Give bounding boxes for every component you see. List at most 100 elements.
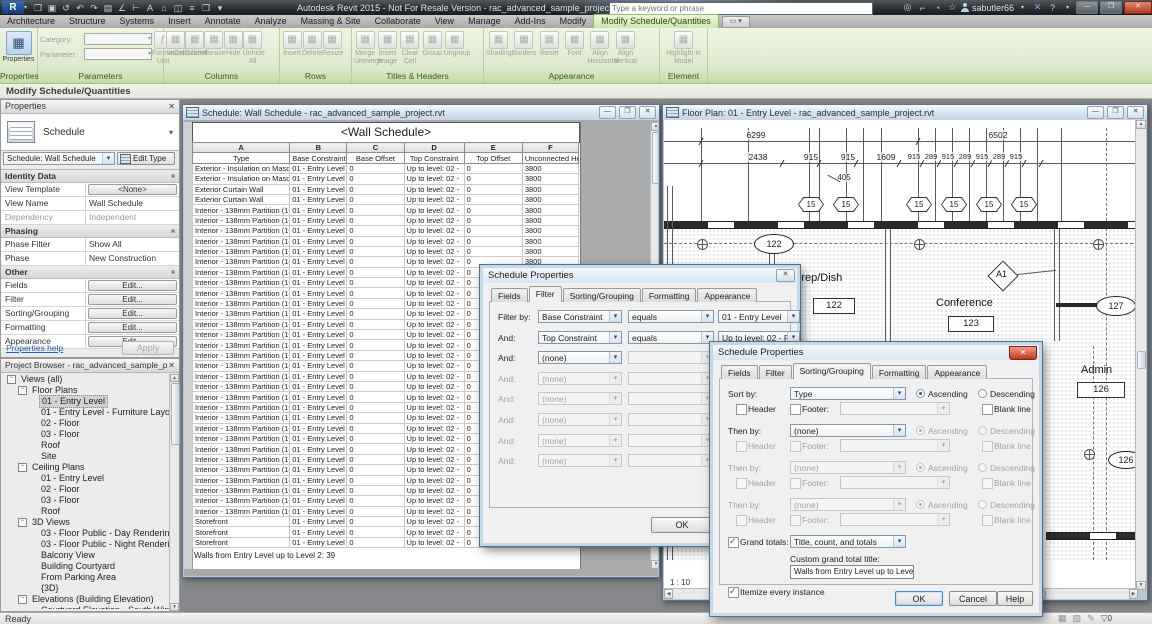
- dimension-value[interactable]: 915: [1009, 152, 1024, 161]
- schedule-cell[interactable]: Up to level: 02 -: [404, 361, 464, 371]
- ribbon-button-properties[interactable]: ▦Properties: [2, 30, 35, 64]
- tab-appearance[interactable]: Appearance: [697, 288, 757, 302]
- schedule-cell[interactable]: Up to level: 02 -: [404, 506, 464, 516]
- tree-expand-icon[interactable]: −: [7, 375, 16, 384]
- print-icon[interactable]: ▤: [101, 2, 115, 14]
- search-input[interactable]: [610, 4, 876, 13]
- schedule-cell[interactable]: Up to level: 02 -: [404, 475, 464, 485]
- schedule-cell[interactable]: 0: [347, 371, 404, 381]
- column-header[interactable]: Base Constraint: [290, 153, 347, 163]
- parameter-combobox[interactable]: [84, 48, 152, 60]
- ribbon-button-insert[interactable]: ▦Insert: [166, 30, 185, 58]
- tree-item-label[interactable]: 03 - Floor: [39, 429, 82, 440]
- door-tag[interactable]: 126: [1108, 451, 1138, 469]
- schedule-cell[interactable]: 01 - Entry Level: [290, 506, 347, 516]
- schedule-cell[interactable]: Interior - 138mm Partition (1-hr: [193, 413, 290, 423]
- minimize-button[interactable]: —: [1076, 1, 1098, 14]
- schedule-cell[interactable]: 01 - Entry Level: [290, 257, 347, 267]
- tree-item[interactable]: −Elevations (Building Elevation): [3, 594, 169, 605]
- tree-item-label[interactable]: Building Courtyard: [39, 561, 117, 572]
- schedule-cell[interactable]: Interior - 138mm Partition (1-hr: [193, 278, 290, 288]
- schedule-cell[interactable]: 0: [347, 236, 404, 246]
- ribbon-button-align-horizontal[interactable]: ▦Align Horizontal: [587, 30, 612, 65]
- ribbon-button-merge-unmerge[interactable]: ▦Merge Unmerge: [354, 30, 376, 65]
- dimension-value[interactable]: 915: [803, 152, 819, 162]
- schedule-cell[interactable]: 0: [347, 496, 404, 506]
- ribbon-button-unhide-all[interactable]: ▦Unhide All: [243, 30, 262, 65]
- restore-icon[interactable]: ❐: [619, 106, 636, 119]
- itemize-checkbox[interactable]: [728, 587, 739, 598]
- tree-item-label[interactable]: {3D}: [39, 583, 61, 594]
- filter-value-combobox[interactable]: 01 - Entry Level: [718, 310, 800, 323]
- schedule-cell[interactable]: Up to level: 02 -: [404, 163, 464, 173]
- schedule-cell[interactable]: Interior - 138mm Partition (1-hr: [193, 205, 290, 215]
- properties-help-link[interactable]: Properties help: [6, 343, 63, 353]
- schedule-cell[interactable]: Up to level: 02 -: [404, 298, 464, 308]
- schedule-cell[interactable]: 01 - Entry Level: [290, 350, 347, 360]
- custom-title-input[interactable]: Walls from Entry Level up to Level 2: [790, 565, 914, 579]
- schedule-cell[interactable]: Up to level: 02 -: [404, 423, 464, 433]
- tree-item-label[interactable]: Ceiling Plans: [30, 462, 87, 473]
- tree-item-label[interactable]: Elevations (Building Elevation): [30, 594, 156, 605]
- tree-item[interactable]: 02 - Floor: [3, 484, 169, 495]
- tree-item[interactable]: 01 - Entry Level - Furniture Layout: [3, 407, 169, 418]
- ribbon-button-font[interactable]: ▦Font: [562, 30, 587, 58]
- tab-manage[interactable]: Manage: [461, 15, 508, 28]
- schedule-cell[interactable]: Up to level: 02 -: [404, 537, 464, 547]
- subscription-key-icon[interactable]: ⌐: [916, 3, 929, 13]
- schedule-cell[interactable]: Up to level: 02 -: [404, 413, 464, 423]
- schedule-cell[interactable]: 01 - Entry Level: [290, 236, 347, 246]
- schedule-cell[interactable]: 0: [347, 381, 404, 391]
- dimension-value[interactable]: 6299: [746, 130, 767, 140]
- dimension-value[interactable]: 2438: [748, 152, 769, 162]
- schedule-cell[interactable]: Interior - 138mm Partition (1-hr: [193, 465, 290, 475]
- schedule-cell[interactable]: Up to level: 02 -: [404, 371, 464, 381]
- schedule-cell[interactable]: Interior - 138mm Partition (1-hr: [193, 506, 290, 516]
- schedule-cell[interactable]: Interior - 138mm Partition (1-hr: [193, 215, 290, 225]
- schedule-cell[interactable]: 0: [464, 215, 522, 225]
- plan-vscrollbar[interactable]: ▲▼: [1135, 120, 1146, 590]
- schedule-cell[interactable]: 01 - Entry Level: [290, 517, 347, 527]
- tree-item-label[interactable]: Courtyard Elevation - South Wing: [39, 605, 169, 609]
- schedule-cell[interactable]: Up to level: 02 -: [404, 226, 464, 236]
- schedule-cell[interactable]: Up to level: 02 -: [404, 444, 464, 454]
- column-header[interactable]: Top Constraint: [404, 153, 464, 163]
- door-tag[interactable]: 122: [754, 234, 794, 254]
- dialog-titlebar[interactable]: Schedule Properties✕: [713, 345, 1039, 360]
- revit-app-menu-icon[interactable]: R: [2, 1, 24, 14]
- schedule-cell[interactable]: 01 - Entry Level: [290, 402, 347, 412]
- edit-type-button[interactable]: Edit Type: [117, 152, 175, 165]
- schedule-cell[interactable]: 0: [464, 194, 522, 204]
- schedule-cell[interactable]: 01 - Entry Level: [290, 475, 347, 485]
- window-tag[interactable]: 15: [906, 197, 932, 212]
- tree-item[interactable]: 02 - Floor: [3, 418, 169, 429]
- schedule-window-titlebar[interactable]: Schedule: Wall Schedule - rac_advanced_s…: [183, 105, 659, 120]
- schedule-cell[interactable]: 01 - Entry Level: [290, 288, 347, 298]
- minimize-icon[interactable]: —: [599, 106, 616, 119]
- room-number[interactable]: 123: [948, 316, 994, 332]
- schedule-cell[interactable]: Interior - 138mm Partition (1-hr: [193, 371, 290, 381]
- dimension-value[interactable]: 6502: [988, 130, 1009, 140]
- schedule-cell[interactable]: 0: [347, 246, 404, 256]
- restore-icon[interactable]: ❐: [1107, 106, 1124, 119]
- column-letter[interactable]: C: [347, 143, 404, 153]
- window-tag[interactable]: 15: [976, 197, 1002, 212]
- schedule-cell[interactable]: 0: [347, 454, 404, 464]
- dimension-value[interactable]: 915: [907, 152, 922, 161]
- filter-field-combobox[interactable]: (none): [538, 351, 622, 364]
- tab-collaborate[interactable]: Collaborate: [368, 15, 428, 28]
- schedule-cell[interactable]: 0: [347, 215, 404, 225]
- schedule-cell[interactable]: 01 - Entry Level: [290, 194, 347, 204]
- filter-field-combobox[interactable]: Base Constraint: [538, 310, 622, 323]
- schedule-cell[interactable]: 01 - Entry Level: [290, 184, 347, 194]
- ribbon-button-resize[interactable]: ▦Resize: [204, 30, 223, 58]
- tree-item-label[interactable]: 02 - Floor: [39, 418, 82, 429]
- schedule-cell[interactable]: Up to level: 02 -: [404, 465, 464, 475]
- schedule-cell[interactable]: 0: [347, 309, 404, 319]
- text-icon[interactable]: A: [143, 2, 157, 14]
- dimension-value[interactable]: 915: [840, 152, 856, 162]
- tree-item[interactable]: 01 - Entry Level: [3, 473, 169, 484]
- tree-item[interactable]: 03 - Floor: [3, 429, 169, 440]
- dimension-value[interactable]: 289: [924, 152, 939, 161]
- tree-expand-icon[interactable]: −: [18, 595, 27, 604]
